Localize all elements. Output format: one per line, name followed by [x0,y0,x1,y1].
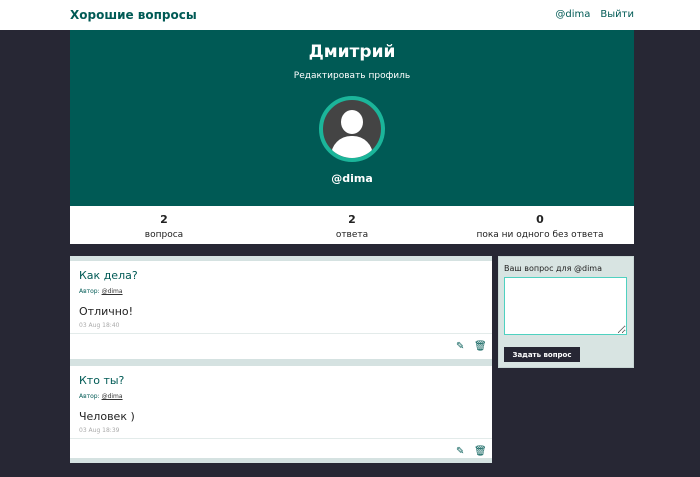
profile-nickname: @dima [331,172,373,185]
trash-icon[interactable]: 🗑 [474,341,487,352]
user-link[interactable]: @dima [555,9,590,20]
stat-questions: 2 вопроса [144,213,184,240]
list-bottom-band [70,458,492,463]
ask-label: Ваш вопрос для @dima [504,264,603,273]
author-link[interactable]: @dima [102,288,123,295]
answer-text: Человек ) [79,410,135,423]
question-card: Как дела? Автор: @dima Отлично! 03 Aug 1… [70,256,492,359]
question-title: Как дела? [79,269,138,282]
top-navbar: Хорошие вопросы @dima Выйти [0,0,700,30]
stats-bar: 2 вопроса 2 ответа 0 пока ни одного без отв… [70,206,634,244]
ask-question-panel: Ваш вопрос для @dima Задать вопрос [498,256,634,368]
stat-answers: 2 ответа [335,213,369,240]
profile-header: Дмитрий Редактировать профиль @dima [70,30,634,206]
question-input[interactable] [504,277,627,335]
questions-list: Как дела? Автор: @dima Отлично! 03 Aug 1… [70,256,492,463]
ask-question-button[interactable]: Задать вопрос [504,347,580,362]
author-link[interactable]: @dima [102,393,123,400]
pencil-icon[interactable]: ✎ [456,446,464,457]
answer-text: Отлично! [79,305,134,318]
profile-name: Дмитрий [308,42,396,62]
brand-link[interactable]: Хорошие вопросы [70,8,197,22]
question-date: 03 Aug 18:40 [79,322,120,329]
logout-link[interactable]: Выйти [600,9,634,20]
question-card: Кто ты? Автор: @dima Человек ) 03 Aug 18… [70,359,492,462]
question-title: Кто ты? [79,374,125,387]
edit-profile-link[interactable]: Редактировать профиль [70,71,634,81]
stat-unanswered: 0 пока ни одного без ответа [476,213,604,240]
avatar [319,96,385,162]
question-author: Автор: @dima [79,393,123,400]
trash-icon[interactable]: 🗑 [474,446,487,457]
pencil-icon[interactable]: ✎ [456,341,464,352]
question-date: 03 Aug 18:39 [79,427,120,434]
question-author: Автор: @dima [79,288,123,295]
